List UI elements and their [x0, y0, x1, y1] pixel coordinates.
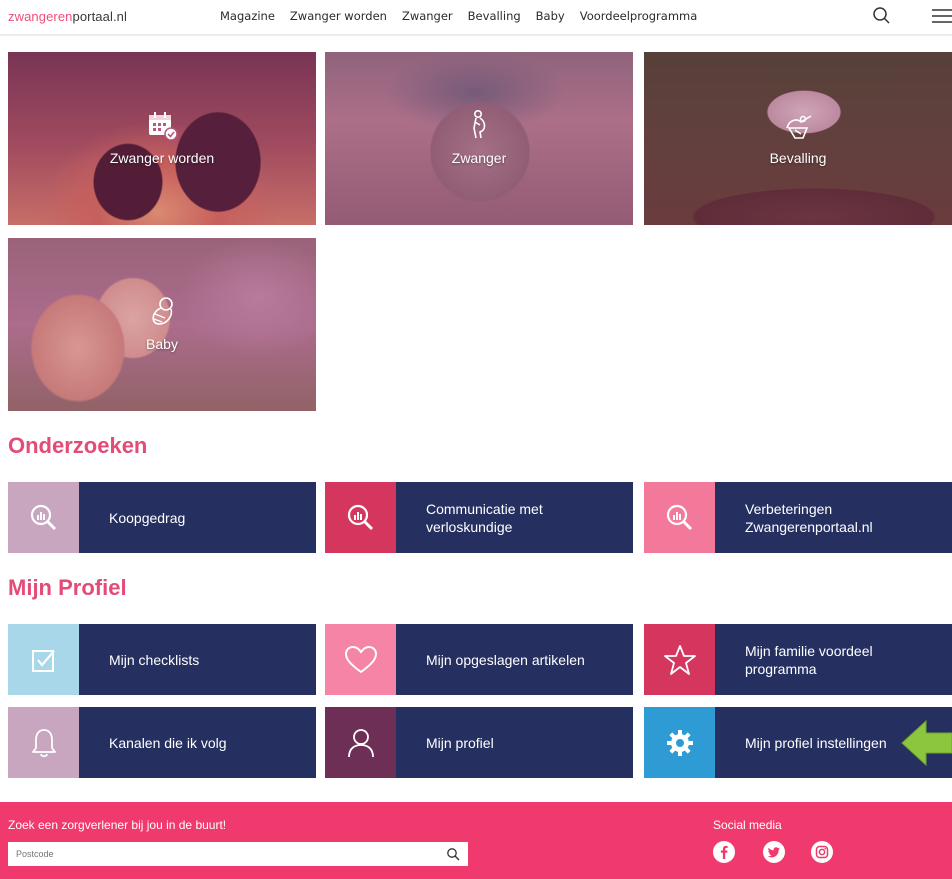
hamburger-menu-icon[interactable] [930, 6, 952, 26]
footer-search-title: Zoek een zorgverlener bij jou in de buur… [8, 818, 227, 832]
main-nav: Magazine Zwanger worden Zwanger Bevallin… [220, 9, 712, 23]
card-opgeslagen-artikelen[interactable]: Mijn opgeslagen artikelen [325, 624, 633, 695]
category-label: Zwanger worden [109, 150, 215, 166]
category-label: Zwanger [451, 150, 507, 166]
gear-icon [644, 707, 715, 778]
pregnant-woman-icon [462, 108, 496, 142]
star-icon [644, 624, 715, 695]
postcode-input[interactable] [8, 842, 468, 866]
logo-part-1: zwangeren [8, 9, 73, 24]
green-arrow-icon [900, 718, 952, 768]
stork-icon [781, 108, 815, 142]
card-communicatie-verloskundige[interactable]: Communicatie met verloskundige [325, 482, 633, 553]
card-label: Koopgedrag [109, 509, 186, 526]
card-kanalen[interactable]: Kanalen die ik volg [8, 707, 316, 778]
card-label: Mijn opgeslagen artikelen [426, 651, 585, 668]
category-tile-zwanger-worden[interactable]: Zwanger worden [8, 52, 316, 225]
user-icon [325, 707, 396, 778]
magnifier-chart-icon [325, 482, 396, 553]
footer: Zoek een zorgverlener bij jou in de buur… [0, 802, 952, 879]
site-header: zwangerenportaal.nl Magazine Zwanger wor… [0, 0, 952, 36]
nav-zwanger[interactable]: Zwanger [402, 9, 453, 23]
category-tile-baby[interactable]: Baby [8, 238, 316, 411]
baby-swaddle-icon [145, 294, 179, 328]
nav-voordeelprogramma[interactable]: Voordeelprogramma [580, 9, 698, 23]
section-heading-mijn-profiel: Mijn Profiel [8, 575, 127, 600]
card-label: Mijn checklists [109, 651, 200, 668]
card-label: Mijn profiel [426, 734, 494, 751]
nav-bevalling[interactable]: Bevalling [468, 9, 521, 23]
bell-icon [8, 707, 79, 778]
postcode-field[interactable] [8, 842, 468, 866]
nav-baby[interactable]: Baby [536, 9, 565, 23]
card-label: Mijn familie voordeel programma [745, 642, 873, 677]
category-label: Bevalling [769, 150, 827, 166]
calendar-check-icon [145, 108, 179, 142]
logo-part-2: portaal.nl [72, 9, 127, 24]
category-tile-zwanger[interactable]: Zwanger [325, 52, 633, 225]
section-heading-onderzoeken: Onderzoeken [8, 433, 148, 458]
social-media-title: Social media [713, 818, 782, 832]
nav-zwanger-worden[interactable]: Zwanger worden [290, 9, 387, 23]
checkbox-icon [8, 624, 79, 695]
nav-magazine[interactable]: Magazine [220, 9, 275, 23]
search-icon[interactable] [446, 847, 460, 861]
category-label: Baby [146, 336, 178, 352]
facebook-icon[interactable] [713, 841, 735, 863]
heart-icon [325, 624, 396, 695]
card-label: Kanalen die ik volg [109, 734, 227, 751]
card-familie-voordeel[interactable]: Mijn familie voordeel programma [644, 624, 952, 695]
instagram-icon[interactable] [811, 841, 833, 863]
search-icon[interactable] [872, 6, 892, 26]
magnifier-chart-icon [644, 482, 715, 553]
card-mijn-profiel[interactable]: Mijn profiel [325, 707, 633, 778]
card-label: Verbeteringen Zwangerenportaal.nl [745, 500, 873, 535]
card-label: Communicatie met verloskundige [426, 500, 543, 535]
site-logo[interactable]: zwangerenportaal.nl [8, 9, 127, 24]
card-mijn-checklists[interactable]: Mijn checklists [8, 624, 316, 695]
card-verbeteringen[interactable]: Verbeteringen Zwangerenportaal.nl [644, 482, 952, 553]
magnifier-chart-icon [8, 482, 79, 553]
twitter-icon[interactable] [763, 841, 785, 863]
card-koopgedrag[interactable]: Koopgedrag [8, 482, 316, 553]
category-tile-bevalling[interactable]: Bevalling [644, 52, 952, 225]
